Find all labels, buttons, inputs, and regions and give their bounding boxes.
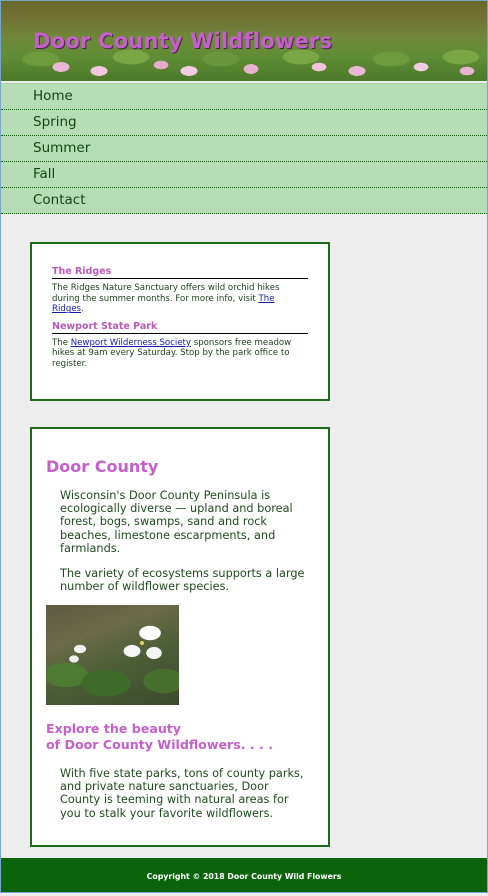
main-nav: Home Spring Summer Fall Contact [1,83,487,214]
explore-line-1: Explore the beauty [46,721,182,736]
copyright-text: Copyright © 2018 Door County Wild Flower… [146,872,342,881]
ecosystem-paragraph: The variety of ecosystems supports a lar… [60,567,305,594]
explore-heading: Explore the beauty of Door County Wildflo… [46,721,273,753]
events-list: The Ridges The Ridges Nature Sanctuary o… [52,266,308,376]
parks-paragraph: With five state parks, tons of county pa… [60,767,304,820]
site-header: Door County Wildflowers [1,1,487,81]
event-text-newport: The Newport Wilderness Society sponsors … [52,338,308,370]
site-footer: Copyright © 2018 Door County Wild Flower… [1,858,487,892]
event-title-ridges: The Ridges [52,266,308,279]
event-title-newport: Newport State Park [52,321,308,334]
site-title: Door County Wildflowers [33,29,333,53]
main-content: Door County Wisconsin's Door County Peni… [30,427,330,847]
event-text-ridges-before: The Ridges Nature Sanctuary offers wild … [52,283,280,304]
explore-line-2: of Door County Wildflowers. . . . [46,737,274,752]
event-text-ridges: The Ridges Nature Sanctuary offers wild … [52,283,308,315]
event-text-ridges-after: . [81,304,84,315]
nav-item-fall[interactable]: Fall [1,162,487,188]
nav-item-contact[interactable]: Contact [1,188,487,214]
trillium-photo [46,605,179,705]
nav-item-spring[interactable]: Spring [1,110,487,136]
nav-item-home[interactable]: Home [1,83,487,110]
event-text-newport-before: The [52,337,71,348]
main-heading: Door County [46,457,159,476]
page-frame: Door County Wildflowers Home Spring Summ… [0,0,488,893]
events-sidebar: The Ridges The Ridges Nature Sanctuary o… [30,242,330,401]
intro-paragraph: Wisconsin's Door County Peninsula is eco… [60,489,293,555]
nav-item-summer[interactable]: Summer [1,136,487,162]
newport-wilderness-link[interactable]: Newport Wilderness Society [71,338,191,348]
